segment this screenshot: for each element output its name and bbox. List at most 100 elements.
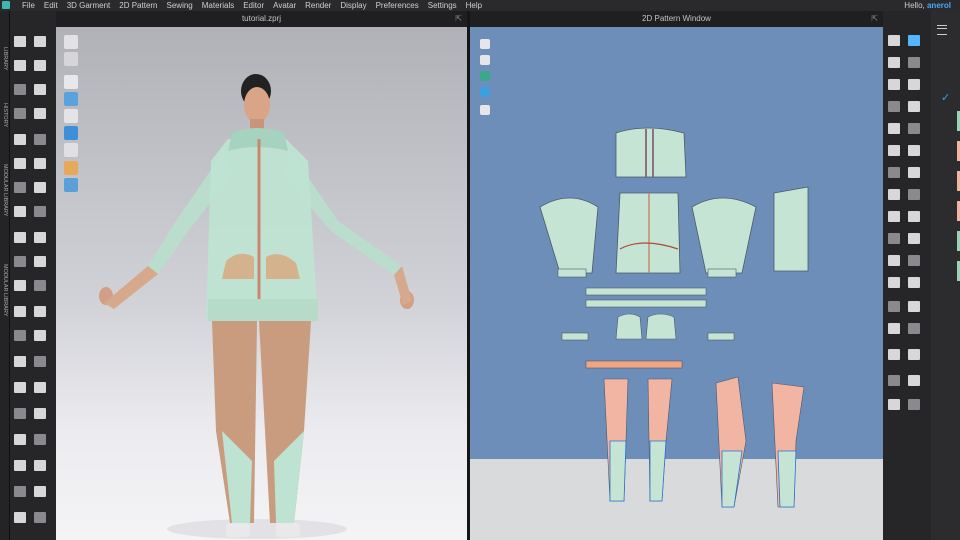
tool-2d-text-icon[interactable] <box>888 301 900 312</box>
tool-2d-graphic-icon[interactable] <box>888 349 900 360</box>
tool-move-icon[interactable] <box>34 36 46 47</box>
pattern-pocket-left[interactable] <box>615 313 643 340</box>
tool-2d-edit-icon[interactable] <box>888 35 900 46</box>
tool-2d-sewing-icon[interactable] <box>888 123 900 134</box>
tool-2d-fold-icon[interactable] <box>888 145 900 156</box>
tool-2d-tape-icon[interactable] <box>908 277 920 288</box>
tab-modular-library[interactable]: MODULAR LIBRARY <box>0 147 9 233</box>
menu-2d-pattern[interactable]: 2D Pattern <box>119 0 157 11</box>
tool-2d-freesew-icon[interactable] <box>908 123 920 134</box>
tool-tack-icon[interactable] <box>14 108 26 119</box>
avatar-figure[interactable] <box>56 11 467 540</box>
tool-select-icon[interactable] <box>14 36 26 47</box>
tool-2d-button-icon[interactable] <box>888 233 900 244</box>
pattern-cuff-left[interactable] <box>557 268 587 278</box>
tool-2d-seam-icon[interactable] <box>908 101 920 112</box>
tool-2d-dart-icon[interactable] <box>888 101 900 112</box>
tool-2d-snapshot-icon[interactable] <box>908 399 920 410</box>
tool-2d-annotation-icon[interactable] <box>908 301 920 312</box>
pattern-front-body[interactable] <box>615 192 681 274</box>
pattern-pocket-right[interactable] <box>645 313 677 340</box>
pattern-legging-insert-left[interactable] <box>609 440 627 502</box>
tool-zoom-icon[interactable] <box>34 460 46 471</box>
user-greeting[interactable]: Hello, anerol <box>904 0 951 11</box>
tool-tape-icon[interactable] <box>34 306 46 317</box>
viewport-3d[interactable]: tutorial.zprj ⇱ <box>56 11 467 540</box>
menu-display[interactable]: Display <box>340 0 366 11</box>
tool-light-icon[interactable] <box>34 486 46 497</box>
tool-2d-trim-icon[interactable] <box>888 255 900 266</box>
tool-2d-zipper-icon[interactable] <box>908 255 920 266</box>
tool-button-icon[interactable] <box>14 256 26 267</box>
menu-sewing[interactable]: Sewing <box>167 0 193 11</box>
tool-color-icon[interactable] <box>34 356 46 367</box>
tool-2d-tack-icon[interactable] <box>908 211 920 222</box>
tool-grade-icon[interactable] <box>34 206 46 217</box>
tool-2d-curve-icon[interactable] <box>888 57 900 68</box>
tool-2d-font-icon[interactable] <box>888 323 900 334</box>
tab-library[interactable]: LIBRARY <box>0 39 9 79</box>
tool-hand-icon[interactable] <box>14 460 26 471</box>
tool-2d-texture-icon[interactable] <box>908 349 920 360</box>
tool-zipper-icon[interactable] <box>34 280 46 291</box>
tool-2d-pin-icon[interactable] <box>888 211 900 222</box>
hamburger-icon[interactable] <box>937 25 947 35</box>
pattern-legging-back-insert-right[interactable] <box>777 450 797 508</box>
pattern-cuff-right[interactable] <box>707 268 737 278</box>
viewport-2d[interactable]: 2D Pattern Window ⇱ <box>470 11 883 540</box>
menu-materials[interactable]: Materials <box>202 0 234 11</box>
tool-sew-icon[interactable] <box>14 134 26 145</box>
tool-2d-fabric-icon[interactable] <box>888 375 900 386</box>
tool-2d-ellipse-icon[interactable] <box>908 79 920 90</box>
tool-2d-buttonhole-icon[interactable] <box>908 233 920 244</box>
menu-preferences[interactable]: Preferences <box>376 0 419 11</box>
tool-gizmo-icon[interactable] <box>34 60 46 71</box>
tool-pin-icon[interactable] <box>34 84 46 95</box>
tool-2d-measure-icon[interactable] <box>908 323 920 334</box>
tool-point-icon[interactable] <box>34 158 46 169</box>
tool-transform-icon[interactable] <box>14 60 26 71</box>
tool-buttonhole-icon[interactable] <box>34 256 46 267</box>
tool-2d-point-icon[interactable] <box>908 57 920 68</box>
tool-2d-layer-icon[interactable] <box>908 189 920 200</box>
menu-render[interactable]: Render <box>305 0 331 11</box>
tool-seam-icon[interactable] <box>34 134 46 145</box>
tool-measure-icon[interactable] <box>34 108 46 119</box>
tool-line-icon[interactable] <box>14 232 26 243</box>
tool-elastic-icon[interactable] <box>14 306 26 317</box>
tool-render-icon[interactable] <box>34 408 46 419</box>
tool-2d-grade-icon[interactable] <box>888 189 900 200</box>
tab-history[interactable]: HISTORY <box>0 93 9 137</box>
tool-snapshot-icon[interactable] <box>14 512 26 523</box>
tab-modular-library-2[interactable]: MODULAR LIBRARY <box>0 247 9 333</box>
pattern-left-sleeve[interactable] <box>539 197 599 274</box>
tool-graphic-icon[interactable] <box>34 330 46 341</box>
pattern-pocket-strip-right[interactable] <box>707 332 735 341</box>
menu-editor[interactable]: Editor <box>243 0 264 11</box>
tool-avatar-icon[interactable] <box>14 206 26 217</box>
tool-puff-icon[interactable] <box>34 182 46 193</box>
menu-settings[interactable]: Settings <box>428 0 457 11</box>
tool-trim-icon[interactable] <box>14 280 26 291</box>
tool-steam-icon[interactable] <box>14 182 26 193</box>
tool-video-icon[interactable] <box>34 512 46 523</box>
tool-2d-rect-icon[interactable] <box>888 79 900 90</box>
tool-shirt-icon[interactable] <box>14 382 26 393</box>
tool-curve-icon[interactable] <box>34 232 46 243</box>
menu-avatar[interactable]: Avatar <box>273 0 296 11</box>
tool-edit-icon[interactable] <box>14 408 26 419</box>
tool-2d-color-icon[interactable] <box>908 375 920 386</box>
menu-file[interactable]: File <box>22 0 35 11</box>
tool-arrange-icon[interactable] <box>14 158 26 169</box>
tool-2d-trace-icon[interactable] <box>908 167 920 178</box>
tool-2d-transform-icon[interactable] <box>908 35 920 46</box>
menu-3d-garment[interactable]: 3D Garment <box>67 0 111 11</box>
tool-brush-icon[interactable] <box>14 434 26 445</box>
tool-fold-icon[interactable] <box>14 84 26 95</box>
tool-2d-notch-icon[interactable] <box>908 145 920 156</box>
menu-help[interactable]: Help <box>466 0 482 11</box>
tool-2d-elastic-icon[interactable] <box>888 277 900 288</box>
pattern-right-sleeve[interactable] <box>691 197 757 274</box>
pattern-hem-band-1[interactable] <box>585 287 707 296</box>
pattern-hem-band-2[interactable] <box>585 299 707 308</box>
